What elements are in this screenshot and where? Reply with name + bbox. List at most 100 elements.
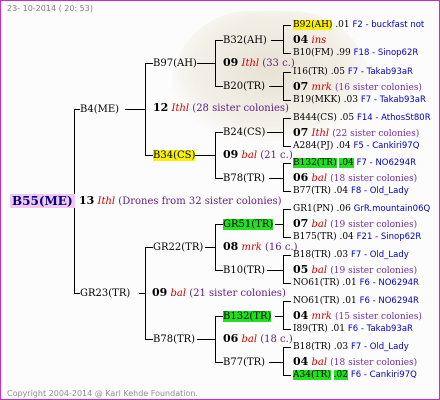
generation: 04 — [293, 355, 309, 368]
line-info: GrR.mountain06Q — [353, 204, 431, 214]
p2-m-sister-colonies: (18 c.) — [260, 334, 293, 345]
connector — [145, 63, 153, 64]
pedigree-chart: 23- 10-2014 ( 20: 53) B55(ME) 13 Ithl (D… — [0, 0, 440, 400]
inbreeding-value: .03 — [343, 95, 358, 105]
line-info: F21 - Sinop62R — [356, 232, 422, 242]
connector — [283, 25, 284, 53]
connector — [145, 339, 153, 340]
line-info: F6 - Cankiri97Q — [350, 370, 417, 380]
queen-p2-p[interactable]: GR22(TR) — [153, 242, 203, 253]
connector — [283, 163, 291, 164]
connector — [283, 118, 284, 146]
connector — [195, 155, 215, 156]
gen4-row: NO61(TR) .01 F6 - NO6294R — [293, 296, 419, 307]
gen4-drone-row: 07 bal (19 sister colonies) — [293, 218, 417, 231]
queen-name[interactable]: A34(TR) — [293, 370, 331, 380]
connector — [283, 25, 291, 26]
queen-root[interactable]: B55(ME) — [10, 194, 75, 208]
race: ins — [311, 35, 327, 46]
gen4-drone-row: 07 mrk (16 sister colonies) — [293, 81, 422, 94]
queen-name[interactable]: B18(TR) — [293, 342, 331, 352]
generation: 06 — [293, 171, 309, 184]
queen-p1[interactable]: B4(ME) — [80, 104, 119, 115]
p1-drone-info: 12 Ithl (28 sister colonies) — [153, 102, 289, 114]
queen-p1-m[interactable]: B34(CS) — [153, 150, 196, 161]
queen-name[interactable]: B18(TR) — [293, 250, 331, 260]
connector — [283, 329, 291, 330]
line-info: F18 - Sinop62R — [353, 48, 419, 58]
race: bal — [311, 173, 328, 184]
gen4-row: B19(MKK) .03 F7 - Takab93aR — [293, 95, 426, 106]
queen-p1-m-p[interactable]: B24(CS) — [223, 127, 265, 138]
connector — [125, 109, 145, 110]
gen4-row: B92(AH) .01 F2 - buckfast not — [293, 20, 424, 31]
inbreeding-value: .01 — [335, 20, 350, 30]
connector — [283, 100, 291, 101]
gen4-row: B18(TR) .03 F7 - Old_Lady — [293, 342, 409, 353]
queen-p1-p[interactable]: B97(AH) — [153, 58, 197, 69]
sister-colonies: (19 sister colonies) — [330, 220, 418, 230]
connector — [283, 163, 284, 191]
connector — [145, 63, 146, 155]
connector — [283, 72, 284, 100]
generation: 07 — [293, 126, 309, 139]
connector — [283, 209, 284, 237]
queen-p2-m-m[interactable]: B77(TR) — [223, 357, 265, 368]
p1-m-sister-colonies: (21 c.) — [260, 150, 293, 161]
race: bal — [311, 265, 328, 276]
p2-generation: 09 — [152, 286, 168, 299]
inbreeding-value: .04 — [336, 141, 351, 151]
connector — [283, 301, 284, 329]
queen-name[interactable]: GR1(PN) — [293, 204, 334, 214]
inbreeding-value: .03 — [333, 342, 349, 352]
line-info: F7 - Old_Lady — [350, 342, 409, 352]
queen-p1-m-m[interactable]: B78(TR) — [223, 173, 265, 184]
connector — [283, 72, 291, 73]
queen-name[interactable]: B92(AH) — [293, 20, 333, 30]
p2-p-race: mrk — [241, 242, 262, 253]
connector — [145, 247, 153, 248]
queen-name[interactable]: B175(TR) — [293, 232, 337, 242]
gen4-row: B132(TR) .04 F7 - NO6294R — [293, 158, 416, 169]
queen-p2-p-p[interactable]: GR51(TR) — [223, 219, 274, 230]
line-info: F7 - Takab93aR — [347, 67, 413, 77]
queen-p1-p-m[interactable]: B20(TR) — [223, 81, 265, 92]
queen-name[interactable]: B19(MKK) — [293, 95, 341, 105]
queen-name[interactable]: I89(TR) — [293, 324, 328, 334]
inbreeding-value: .99 — [336, 48, 351, 58]
queen-p1-p-p[interactable]: B32(AH) — [223, 35, 267, 46]
p1-race: Ithl — [171, 103, 190, 114]
inbreeding-value: .05 — [330, 67, 346, 77]
gen4-drone-row: 05 bal (19 sister colonies) — [293, 264, 417, 277]
queen-p2-m[interactable]: B78(TR) — [153, 334, 195, 345]
queen-name[interactable]: B77(TR) — [293, 186, 331, 196]
connector — [215, 86, 223, 87]
queen-name[interactable]: NO61(TR) — [293, 278, 340, 288]
inbreeding-value: .04 — [339, 158, 354, 168]
gen4-drone-row: 06 bal (18 sister colonies) — [293, 172, 417, 185]
generation: 04 — [293, 33, 309, 46]
queen-name[interactable]: NO61(TR) — [293, 296, 340, 306]
queen-p2[interactable]: GR23(TR) — [80, 288, 130, 299]
sister-colonies: (18 sister colonies) — [330, 174, 418, 184]
p1-p-p-generation: 09 — [223, 56, 239, 69]
gen4-row: B175(TR) .04 F21 - Sinop62R — [293, 232, 421, 243]
queen-name[interactable]: A284(PJ) — [293, 141, 333, 151]
inbreeding-value: .04 — [333, 186, 349, 196]
queen-p2-p-m[interactable]: B10(TR) — [223, 265, 265, 276]
generation: 04 — [293, 309, 309, 322]
connector — [283, 209, 291, 210]
queen-name[interactable]: B132(TR) — [293, 158, 337, 168]
connector — [215, 362, 223, 363]
generation: 07 — [293, 217, 309, 230]
queen-name[interactable]: B444(CS) — [293, 113, 337, 123]
p2-m-race: bal — [241, 334, 258, 345]
gen4-row: A34(TR) .02 F6 - Cankiri97Q — [293, 370, 417, 381]
queen-name[interactable]: B10(FM) — [293, 48, 334, 58]
p1-m-race: bal — [241, 150, 258, 161]
queen-name[interactable]: I16(TR) — [293, 67, 328, 77]
connector — [275, 316, 283, 317]
queen-p2-m-p[interactable]: B132(TR) — [223, 311, 272, 322]
connector — [215, 132, 223, 133]
p1-m-drone-info: 09 bal (21 c.) — [223, 149, 293, 161]
